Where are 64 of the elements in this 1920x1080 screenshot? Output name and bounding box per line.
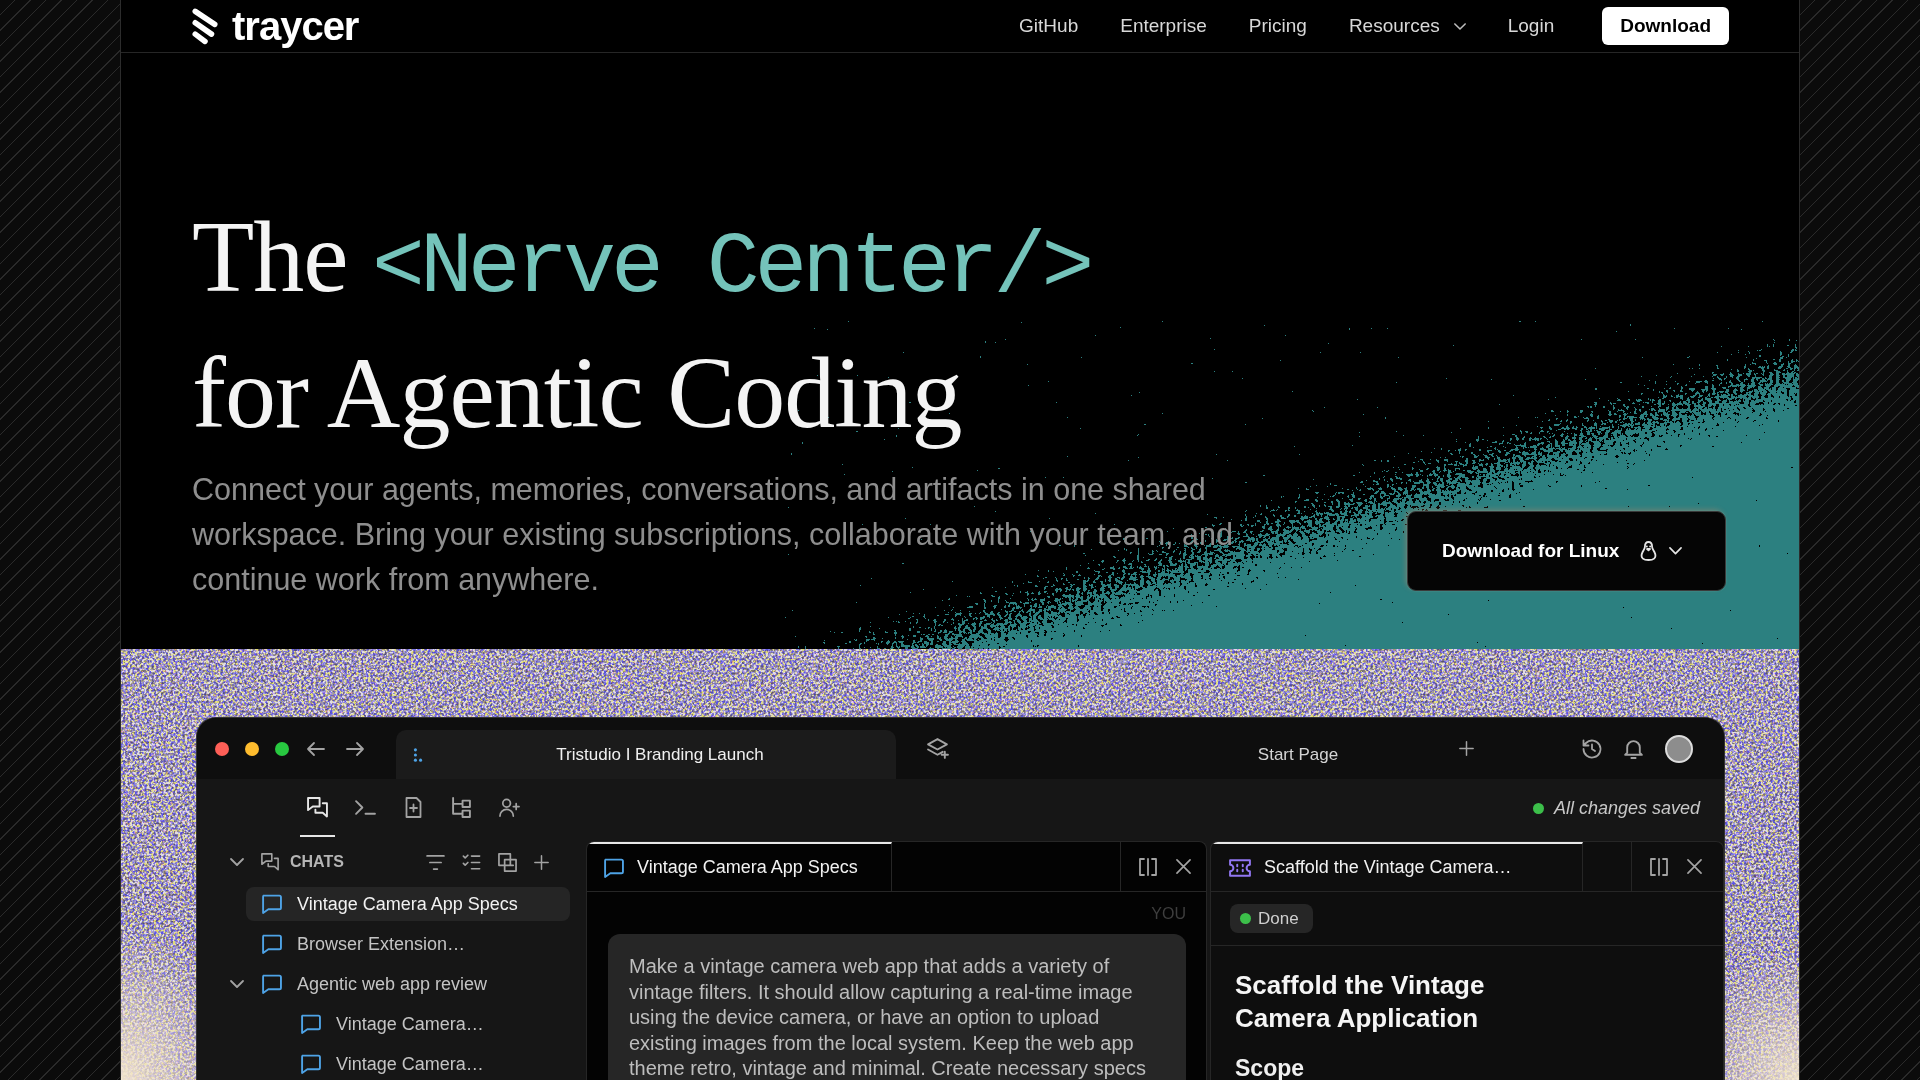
- chat-bubbles-icon: [307, 796, 328, 818]
- back-arrow-icon[interactable]: [307, 741, 325, 756]
- plus-icon[interactable]: [534, 854, 549, 870]
- minimize-window-icon[interactable]: [245, 741, 259, 756]
- status-dot-icon: [1532, 802, 1544, 814]
- avatar-icon[interactable]: [1665, 734, 1693, 763]
- nav-link[interactable]: GitHub: [1019, 15, 1079, 37]
- section-heading: Scope: [1235, 1057, 1306, 1079]
- tree-icon: [451, 796, 472, 818]
- bell-icon[interactable]: [1624, 738, 1643, 759]
- chat-icon: [603, 857, 624, 878]
- caret-icon: [1453, 22, 1466, 30]
- pane-tab[interactable]: Scaffold the Vintage Camera…: [1211, 842, 1583, 891]
- split-view-icon[interactable]: [1139, 857, 1157, 876]
- split-view-icon[interactable]: [1650, 857, 1668, 876]
- chat-list-item[interactable]: Vintage Camera…: [285, 1007, 570, 1041]
- save-status: All changes saved: [1553, 797, 1700, 819]
- history-icon[interactable]: [1582, 738, 1602, 759]
- maximize-window-icon[interactable]: [275, 741, 289, 756]
- close-window-icon[interactable]: [215, 741, 229, 756]
- chat-list-item[interactable]: Vintage Camera…: [285, 1047, 570, 1080]
- nav-link[interactable]: Enterprise: [1120, 15, 1207, 37]
- chat-bubbles-icon: [261, 853, 279, 871]
- close-icon[interactable]: [1176, 859, 1191, 874]
- checklist-icon[interactable]: [462, 854, 481, 870]
- chat-list-item[interactable]: Browser Extension…: [246, 927, 570, 961]
- forward-arrow-icon[interactable]: [346, 741, 364, 756]
- status-text: Done: [1258, 908, 1299, 929]
- chat-icon: [261, 974, 282, 994]
- chat-icon: [261, 934, 282, 954]
- status-dot-icon: [1240, 913, 1251, 924]
- close-icon[interactable]: [1687, 859, 1702, 874]
- logo-icon: [192, 8, 218, 44]
- ticket-icon: [1229, 858, 1251, 877]
- project-tab[interactable]: Tristudio I Branding Launch: [396, 730, 896, 779]
- copy-icon[interactable]: [498, 852, 517, 872]
- nav-link[interactable]: Login: [1507, 15, 1555, 37]
- chat-icon: [300, 1054, 321, 1074]
- caret-icon[interactable]: [230, 980, 244, 988]
- chat-icon: [300, 1014, 321, 1034]
- pane-tab[interactable]: Vintage Camera App Specs: [587, 842, 892, 891]
- section-title: CHATS: [290, 853, 344, 871]
- hero-headline: The <Nerve Center/> for Agentic Coding: [192, 199, 1091, 451]
- task-heading: Scaffold the Vintage Camera Application: [1235, 969, 1486, 1035]
- file-plus-icon: [403, 796, 424, 818]
- penguin-icon: [1641, 540, 1657, 562]
- nav-menu-link[interactable]: Resources: [1348, 15, 1466, 37]
- download-button[interactable]: Download for Linux: [1407, 511, 1726, 591]
- nav-link[interactable]: Pricing: [1248, 15, 1307, 37]
- chat-list-item[interactable]: Agentic web app review: [246, 967, 570, 1001]
- sender-label: YOU: [1151, 904, 1186, 924]
- logo-link[interactable]: traycer: [192, 6, 359, 46]
- caret-icon: [1669, 547, 1683, 555]
- layers-plus-icon[interactable]: [927, 738, 949, 759]
- new-tab-icon[interactable]: [1459, 741, 1474, 756]
- start-page-tab[interactable]: Start Page: [1150, 730, 1446, 779]
- download-button[interactable]: Download: [1602, 7, 1729, 45]
- dots-icon: [412, 746, 424, 763]
- add-user-icon: [499, 796, 520, 818]
- filter-icon[interactable]: [426, 854, 445, 870]
- message-text: Make a vintage camera web app that adds a variety of vintage filters. It should allow capturing a real-time image using the device camera, or have an option to upload existing images from the local system. Keep the web app theme retro, vintage and minimal. Create necessary specs: [629, 954, 1147, 1080]
- caret-icon[interactable]: [230, 858, 244, 866]
- chat-icon: [261, 894, 282, 914]
- chat-list-item[interactable]: Vintage Camera App Specs: [246, 887, 570, 921]
